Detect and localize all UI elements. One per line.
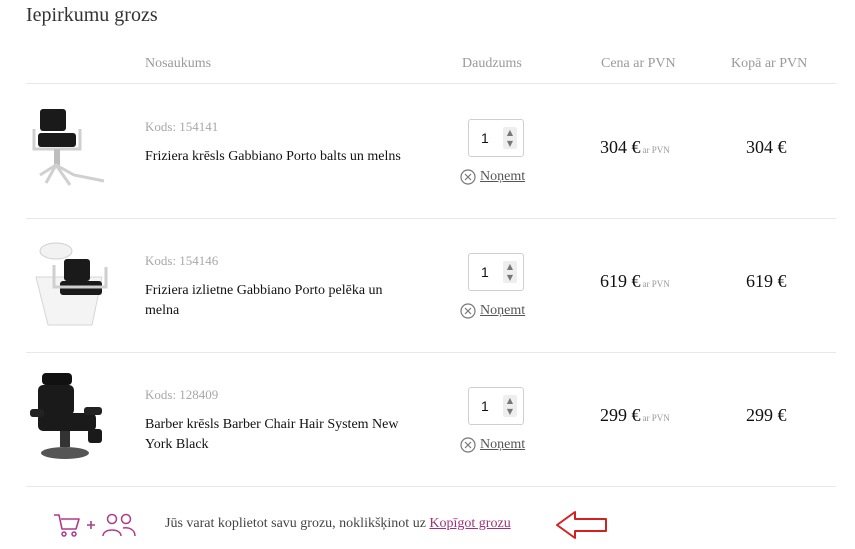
quantity-value[interactable]: 1	[481, 130, 489, 146]
cart-row: Kods: 154146 Friziera izlietne Gabbiano …	[26, 219, 836, 353]
share-cart-link[interactable]: Kopīgot grozu	[429, 516, 510, 531]
product-name[interactable]: Friziera izlietne Gabbiano Porto pelēka …	[145, 281, 405, 321]
close-circle-icon	[460, 437, 476, 453]
quantity-value[interactable]: 1	[481, 398, 489, 414]
line-total: 299 €	[746, 405, 787, 425]
product-image[interactable]	[26, 371, 116, 461]
column-header-price: Cena ar PVN	[601, 56, 676, 71]
line-total: 619 €	[746, 271, 787, 291]
unit-price: 619 € ar PVN	[600, 271, 670, 292]
decrement-icon[interactable]: ▼	[503, 272, 517, 283]
column-header-total: Kopā ar PVN	[731, 56, 808, 71]
quantity-spinner[interactable]: ▲ ▼	[503, 395, 517, 417]
cart-row: Kods: 128409 Barber krēsls Barber Chair …	[26, 353, 836, 487]
price-value: 299 €	[600, 405, 641, 425]
cart-table-header: Nosaukums Daudzums Cena ar PVN Kopā ar P…	[26, 48, 836, 84]
unit-price: 299 € ar PVN	[600, 405, 670, 426]
quantity-spinner[interactable]: ▲ ▼	[503, 127, 517, 149]
increment-icon[interactable]: ▲	[503, 261, 517, 272]
quantity-value[interactable]: 1	[481, 264, 489, 280]
quantity-spinner[interactable]: ▲ ▼	[503, 261, 517, 283]
price-value: 304 €	[600, 137, 641, 157]
increment-icon[interactable]: ▲	[503, 127, 517, 138]
decrement-icon[interactable]: ▼	[503, 138, 517, 149]
plus-icon	[87, 521, 95, 529]
line-total: 304 €	[746, 137, 787, 157]
share-text: Jūs varat koplietot savu grozu, noklikšķ…	[165, 516, 511, 532]
increment-icon[interactable]: ▲	[503, 395, 517, 406]
barber-chair-icon	[30, 373, 102, 459]
cart-row: Kods: 154141 Friziera krēsls Gabbiano Po…	[26, 85, 836, 219]
cart-icon	[54, 514, 80, 537]
close-circle-icon	[460, 169, 476, 185]
remove-button[interactable]: Noņemt	[460, 435, 525, 455]
remove-button[interactable]: Noņemt	[460, 301, 525, 321]
quantity-stepper[interactable]: 1 ▲ ▼	[468, 253, 524, 291]
quantity-stepper[interactable]: 1 ▲ ▼	[468, 119, 524, 157]
share-cart-bar: Jūs varat koplietot savu grozu, noklikšķ…	[52, 508, 632, 544]
price-suffix: ar PVN	[642, 145, 670, 155]
product-image[interactable]	[26, 103, 116, 193]
price-value: 619 €	[600, 271, 641, 291]
remove-label[interactable]: Noņemt	[480, 437, 525, 453]
backwash-unit-icon	[35, 242, 108, 326]
remove-button[interactable]: Noņemt	[460, 167, 525, 187]
remove-label[interactable]: Noņemt	[480, 303, 525, 319]
remove-label[interactable]: Noņemt	[480, 169, 525, 185]
share-description: Jūs varat koplietot savu grozu, noklikšķ…	[165, 516, 426, 531]
quantity-stepper[interactable]: 1 ▲ ▼	[468, 387, 524, 425]
column-header-name: Nosaukums	[145, 56, 212, 71]
close-circle-icon	[460, 303, 476, 319]
product-code: Kods: 154141	[145, 119, 219, 134]
unit-price: 304 € ar PVN	[600, 137, 670, 158]
product-code: Kods: 128409	[145, 387, 219, 402]
share-icons	[54, 513, 136, 537]
product-name[interactable]: Barber krēsls Barber Chair Hair System N…	[145, 415, 405, 455]
page-title: Iepirkumu grozs	[26, 4, 158, 26]
price-suffix: ar PVN	[642, 279, 670, 289]
product-code: Kods: 154146	[145, 253, 219, 268]
arrow-left-icon	[556, 511, 607, 539]
column-header-quantity: Daudzums	[462, 56, 522, 71]
salon-chair-white-base-icon	[32, 109, 105, 186]
users-icon	[102, 513, 136, 537]
product-image[interactable]	[26, 237, 116, 327]
price-suffix: ar PVN	[642, 413, 670, 423]
product-name[interactable]: Friziera krēsls Gabbiano Porto balts un …	[145, 147, 405, 167]
decrement-icon[interactable]: ▼	[503, 406, 517, 417]
